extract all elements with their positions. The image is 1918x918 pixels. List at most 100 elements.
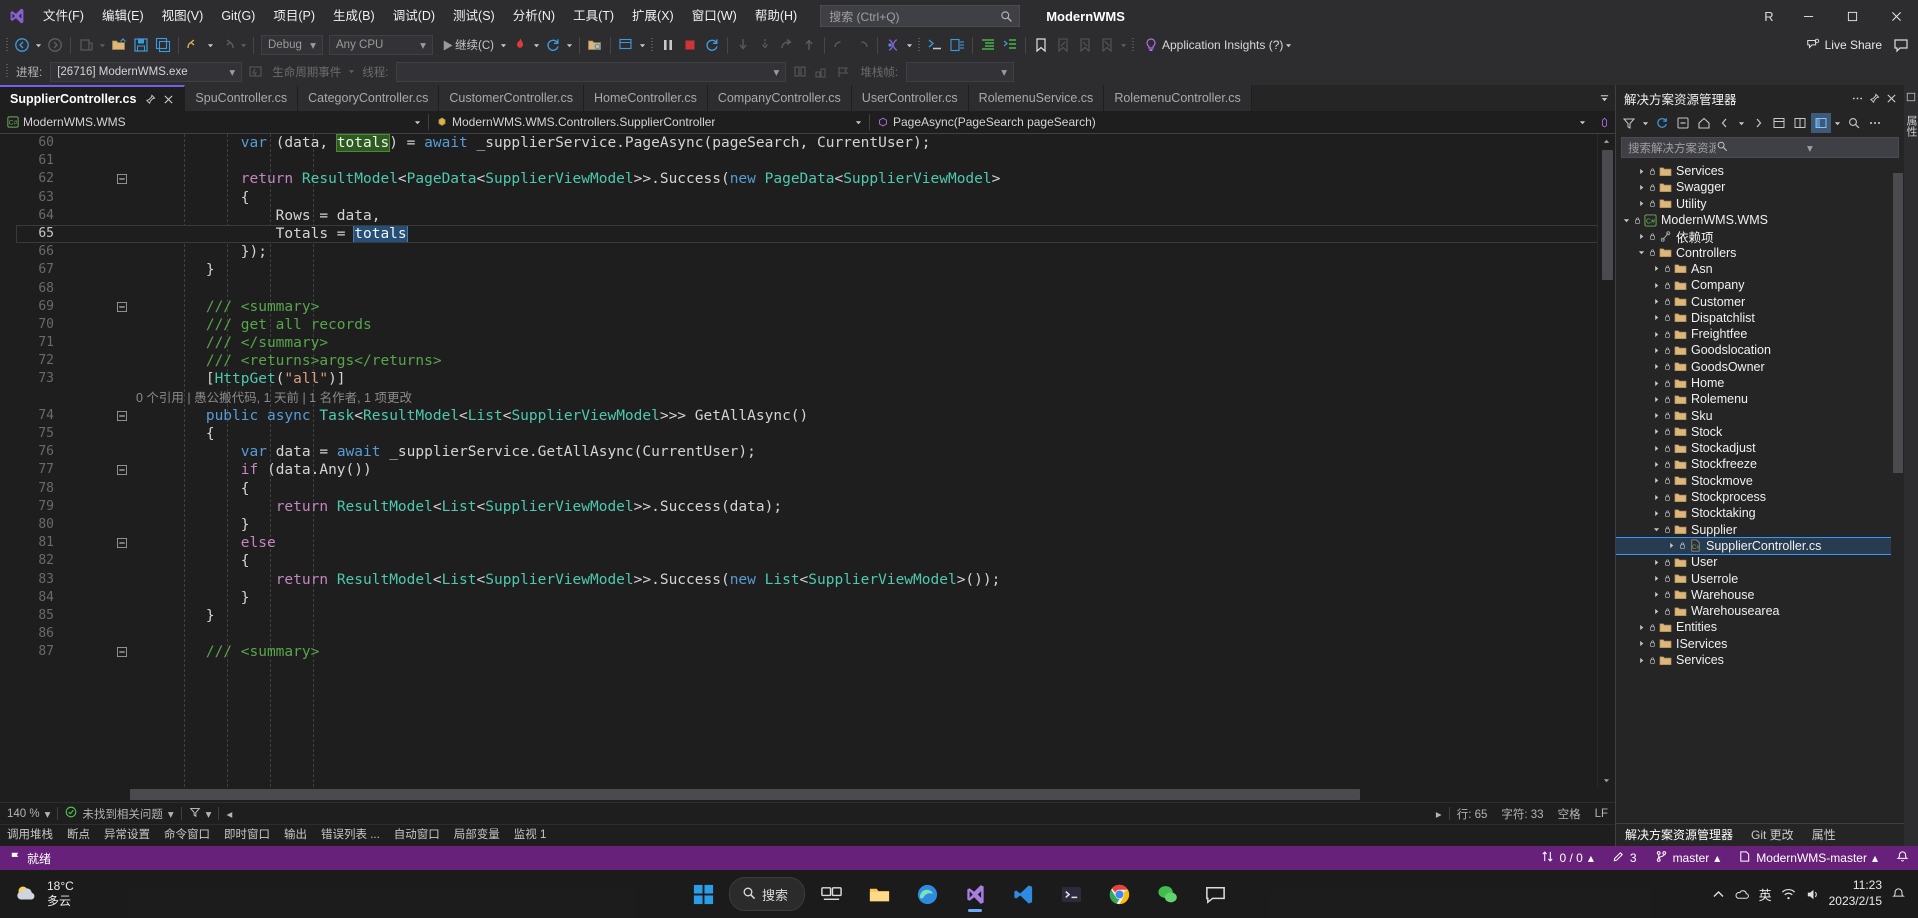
dock-tab-command-window[interactable]: 命令窗口 — [157, 825, 217, 846]
tree-expander-icon[interactable] — [1650, 494, 1663, 501]
clear-bookmarks-icon[interactable] — [1096, 34, 1118, 56]
code-line[interactable]: 86 — [16, 625, 1615, 643]
search-options-icon[interactable]: ▾ — [1807, 141, 1895, 155]
code-line[interactable]: 62 return ResultModel<PageData<SupplierV… — [16, 170, 1615, 188]
code-line[interactable]: 60 var (data, totals) = await _supplierS… — [16, 134, 1615, 152]
open-file-icon[interactable] — [108, 34, 130, 56]
home-icon[interactable] — [1694, 113, 1714, 133]
tree-item[interactable]: Customer — [1616, 293, 1904, 309]
code-editor[interactable]: 60 var (data, totals) = await _supplierS… — [0, 134, 1615, 787]
process-combo[interactable]: [26716] ModernWMS.exe ▾ — [50, 61, 243, 82]
parallel-stacks-icon[interactable] — [811, 61, 833, 83]
tree-expander-icon[interactable] — [1650, 526, 1663, 533]
code-line[interactable]: 61 — [16, 152, 1615, 170]
tree-expander-icon[interactable] — [1650, 559, 1663, 566]
zoom-level[interactable]: 140 % ▾ — [0, 807, 57, 821]
terminal-icon[interactable] — [1049, 874, 1093, 914]
toolbar-grip[interactable] — [1129, 36, 1138, 54]
tree-item[interactable]: Stockmove — [1616, 473, 1904, 489]
code-line[interactable]: 65 Totals = totals — [16, 224, 1615, 244]
tree-item[interactable]: Company — [1616, 277, 1904, 293]
tree-expander-icon[interactable] — [1635, 249, 1648, 256]
tree-item[interactable]: Freightfee — [1616, 326, 1904, 342]
navigate-backward-dropdown[interactable] — [33, 34, 44, 56]
code-line[interactable]: 76 var data = await _supplierService.Get… — [16, 443, 1615, 461]
status-branch[interactable]: master ▴ — [1646, 846, 1730, 870]
tab-customer-controller[interactable]: CustomerController.cs — [439, 85, 584, 111]
dock-tab-watch-1[interactable]: 监视 1 — [507, 825, 554, 846]
undo-dropdown[interactable] — [205, 34, 216, 56]
solution-explorer-search[interactable]: 搜索解决方案资源管理器(Ctrl+;) ▾ — [1616, 135, 1904, 163]
code-lines[interactable]: 60 var (data, totals) = await _supplierS… — [16, 134, 1615, 661]
fold-toggle-icon[interactable] — [116, 319, 127, 330]
issues-indicator[interactable]: 未找到相关问题 ▾ — [58, 806, 180, 822]
issue-filter[interactable]: ▾ — [182, 806, 219, 821]
split-editor-icon[interactable] — [1593, 111, 1615, 133]
step-over-icon[interactable] — [754, 34, 776, 56]
fold-toggle-icon[interactable] — [116, 301, 127, 312]
tree-item[interactable]: Goodslocation — [1616, 342, 1904, 358]
search-settings-icon[interactable] — [1844, 113, 1864, 133]
step-forward-icon[interactable] — [851, 34, 873, 56]
stackframe-combo[interactable]: ▾ — [906, 61, 1015, 82]
fold-toggle-icon[interactable] — [116, 556, 127, 567]
tree-expander-icon[interactable] — [1635, 184, 1648, 191]
preview-dropdown[interactable] — [1832, 112, 1843, 134]
editor-hscroll-thumb[interactable] — [130, 789, 1360, 800]
taskbar-weather-widget[interactable]: 18°C 多云 — [0, 879, 190, 909]
start-button[interactable] — [681, 874, 725, 914]
step-up-icon[interactable] — [798, 34, 820, 56]
account-avatar[interactable]: R — [1752, 0, 1786, 32]
toggle-bookmark-icon[interactable] — [1030, 34, 1052, 56]
tree-expander-icon[interactable] — [1635, 624, 1648, 631]
menu-tools[interactable]: 工具(T) — [564, 0, 623, 32]
code-line[interactable]: 67 } — [16, 261, 1615, 279]
tree-expander-icon[interactable] — [1650, 314, 1663, 321]
tree-expander-icon[interactable] — [1650, 331, 1663, 338]
vscode-icon[interactable] — [1001, 874, 1045, 914]
menu-project[interactable]: 项目(P) — [264, 0, 324, 32]
toolbar-grip[interactable] — [648, 36, 657, 54]
dock-tab-exception-settings[interactable]: 异常设置 — [97, 825, 157, 846]
intellicode-icon[interactable] — [882, 34, 904, 56]
code-line[interactable]: 63 { — [16, 189, 1615, 207]
onedrive-icon[interactable] — [1735, 887, 1750, 902]
tab-category-controller[interactable]: CategoryController.cs — [298, 85, 440, 111]
save-all-icon[interactable] — [152, 34, 174, 56]
tree-expander-icon[interactable] — [1650, 477, 1663, 484]
dock-tab-locals[interactable]: 局部变量 — [447, 825, 507, 846]
continue-button[interactable]: 继续(C) — [436, 34, 498, 56]
fold-toggle-icon[interactable] — [116, 338, 127, 349]
toolbar-grip[interactable] — [2, 63, 11, 81]
tree-item[interactable]: GoodsOwner — [1616, 359, 1904, 375]
code-surface[interactable]: 60 var (data, totals) = await _supplierS… — [16, 134, 1615, 787]
visual-studio-icon[interactable] — [953, 874, 997, 914]
close-icon[interactable] — [163, 94, 174, 105]
fold-toggle-icon[interactable] — [116, 610, 127, 621]
step-into-icon[interactable] — [732, 34, 754, 56]
code-line[interactable]: 70 /// get all records — [16, 316, 1615, 334]
close-button[interactable] — [1874, 0, 1918, 32]
navigate-backward-icon[interactable] — [11, 34, 33, 56]
solution-platform-combo[interactable]: Any CPU ▾ — [329, 35, 433, 55]
breadcrumb-member[interactable]: PageAsync(PageSearch pageSearch) — [870, 111, 1593, 133]
tree-item[interactable]: Stockprocess — [1616, 489, 1904, 505]
status-notifications[interactable] — [1887, 846, 1918, 870]
application-insights-button[interactable]: Application Insights (?) — [1138, 34, 1296, 56]
menu-debug[interactable]: 调试(D) — [384, 0, 444, 32]
tree-expander-icon[interactable] — [1650, 265, 1663, 272]
tree-item[interactable]: C# SupplierController.cs — [1616, 536, 1904, 556]
code-line[interactable]: 82 { — [16, 552, 1615, 570]
scroll-down-icon[interactable] — [1598, 773, 1615, 787]
menu-edit[interactable]: 编辑(E) — [93, 0, 153, 32]
fold-toggle-icon[interactable] — [116, 629, 127, 640]
fold-toggle-icon[interactable] — [116, 410, 127, 421]
code-line[interactable]: 68 — [16, 280, 1615, 298]
quick-launch-search[interactable]: 搜索 (Ctrl+Q) — [820, 5, 1021, 27]
tree-expander-icon[interactable] — [1650, 363, 1663, 370]
status-sync[interactable]: 0 / 0 ▴ — [1532, 846, 1602, 870]
code-line[interactable]: 71 /// </summary> — [16, 334, 1615, 352]
fold-toggle-icon[interactable] — [116, 483, 127, 494]
tree-item[interactable]: Warehousearea — [1616, 603, 1904, 619]
continue-dropdown[interactable] — [498, 34, 509, 56]
